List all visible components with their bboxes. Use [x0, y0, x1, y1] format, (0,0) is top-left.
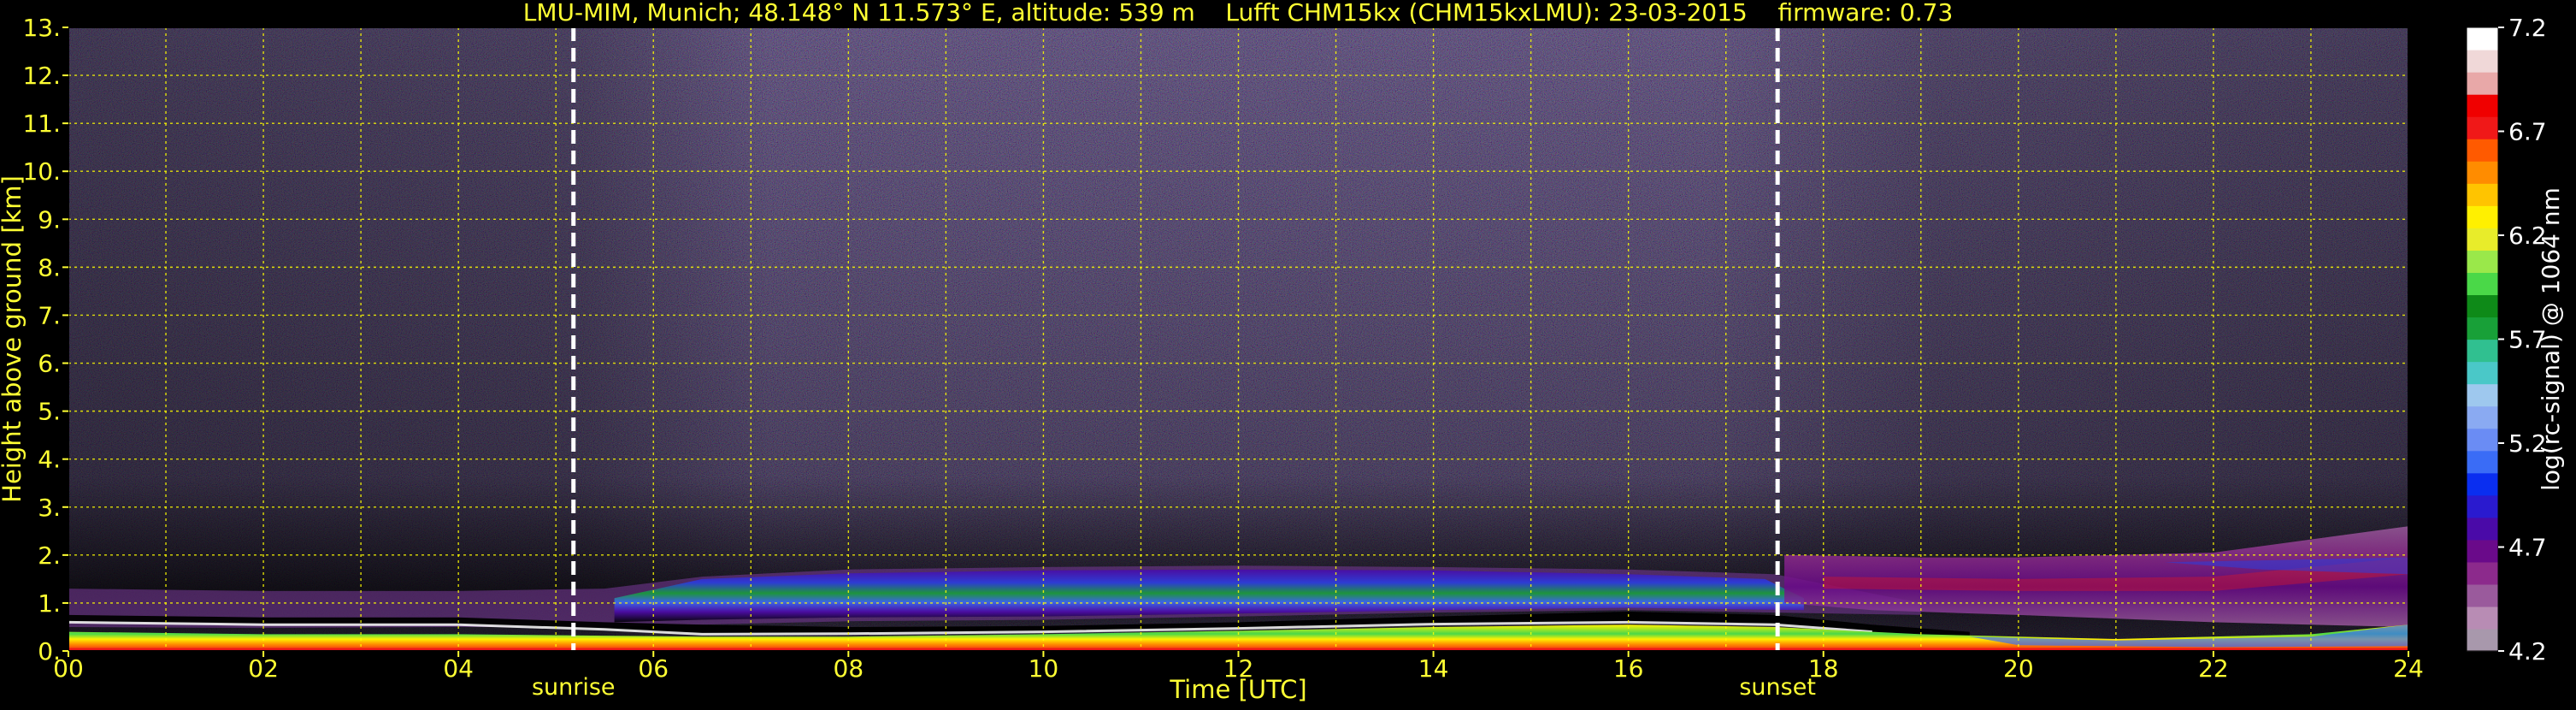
x-tick-label: 00 — [53, 654, 84, 683]
y-tick-label: 7. — [38, 301, 61, 329]
colorbar-segment — [2467, 205, 2498, 228]
y-tick-label: 8. — [38, 253, 61, 281]
colorbar-segment — [2467, 94, 2498, 117]
x-tick-label: 22 — [2198, 654, 2229, 683]
x-tick-label: 24 — [2393, 654, 2424, 683]
colorbar-segment — [2467, 539, 2498, 563]
colorbar-tick-label: 4.2 — [2508, 637, 2547, 666]
x-tick-label: 04 — [443, 654, 474, 683]
x-tick-label: 02 — [248, 654, 279, 683]
colorbar-segment — [2467, 183, 2498, 206]
colorbar-segment — [2467, 50, 2498, 73]
y-tick-label: 3. — [38, 494, 61, 522]
x-tick-label: 08 — [834, 654, 864, 683]
y-tick-label: 13. — [22, 14, 61, 42]
y-axis-label: Height above ground [km] — [0, 175, 27, 503]
colorbar-segment — [2467, 606, 2498, 630]
colorbar-segment — [2467, 339, 2498, 363]
y-tick-label: 12. — [22, 62, 61, 90]
colorbar-segment — [2467, 494, 2498, 518]
colorbar-segment — [2467, 428, 2498, 452]
colorbar-label: log(rc-signal) @ 1064 nm — [2537, 187, 2565, 491]
y-tick-label: 5. — [38, 398, 61, 426]
colorbar-segment — [2467, 583, 2498, 607]
colorbar-segment — [2467, 628, 2498, 652]
y-tick-label: 2. — [38, 541, 61, 570]
colorbar-tick-label: 7.2 — [2508, 14, 2547, 42]
colorbar-segment — [2467, 161, 2498, 184]
colorbar: 7.26.76.25.75.24.74.2 — [2466, 14, 2547, 666]
y-tick-label: 4. — [38, 446, 61, 474]
x-tick-label: 06 — [638, 654, 669, 683]
colorbar-segment — [2467, 361, 2498, 385]
chart-svg: sunrise sunset 0.1.2.3.4.5.6.7.8.9.10.11.… — [0, 0, 2565, 704]
x-tick-label: 10 — [1029, 654, 1059, 683]
colorbar-segment — [2467, 250, 2498, 273]
sunset-label: sunset — [1739, 674, 1816, 701]
colorbar-segment — [2467, 27, 2498, 50]
colorbar-segment — [2467, 472, 2498, 496]
colorbar-tick-label: 4.7 — [2508, 534, 2547, 562]
colorbar-segment — [2467, 517, 2498, 541]
colorbar-segment — [2467, 294, 2498, 318]
y-tick-label: 10. — [22, 157, 61, 186]
y-tick-label: 9. — [38, 205, 61, 234]
colorbar-segment — [2467, 116, 2498, 139]
x-tick-label: 18 — [1808, 654, 1839, 683]
chart-title: LMU-MIM, Munich; 48.148° N 11.573° E, al… — [523, 0, 1954, 27]
y-tick-label: 6. — [38, 350, 61, 378]
x-tick-label: 20 — [2003, 654, 2034, 683]
ceilometer-plot: sunrise sunset 0. 1. 2. 3. 4. 5. 6. 7. 8. 9. 10. 11.… — [0, 0, 2576, 707]
colorbar-segment — [2467, 72, 2498, 95]
colorbar-segment — [2467, 228, 2498, 251]
y-tick-label: 1. — [38, 589, 61, 618]
colorbar-segment — [2467, 272, 2498, 296]
x-axis-label: Time [UTC] — [1169, 675, 1306, 704]
sunrise-label: sunrise — [532, 674, 616, 701]
colorbar-segment — [2467, 139, 2498, 162]
x-tick-label: 16 — [1613, 654, 1644, 683]
colorbar-segment — [2467, 450, 2498, 474]
colorbar-segment — [2467, 383, 2498, 407]
x-tick-label: 14 — [1418, 654, 1449, 683]
colorbar-segment — [2467, 405, 2498, 429]
colorbar-segment — [2467, 561, 2498, 585]
colorbar-tick-label: 6.7 — [2508, 118, 2547, 146]
colorbar-segment — [2467, 317, 2498, 340]
y-tick-label: 11. — [22, 109, 61, 138]
